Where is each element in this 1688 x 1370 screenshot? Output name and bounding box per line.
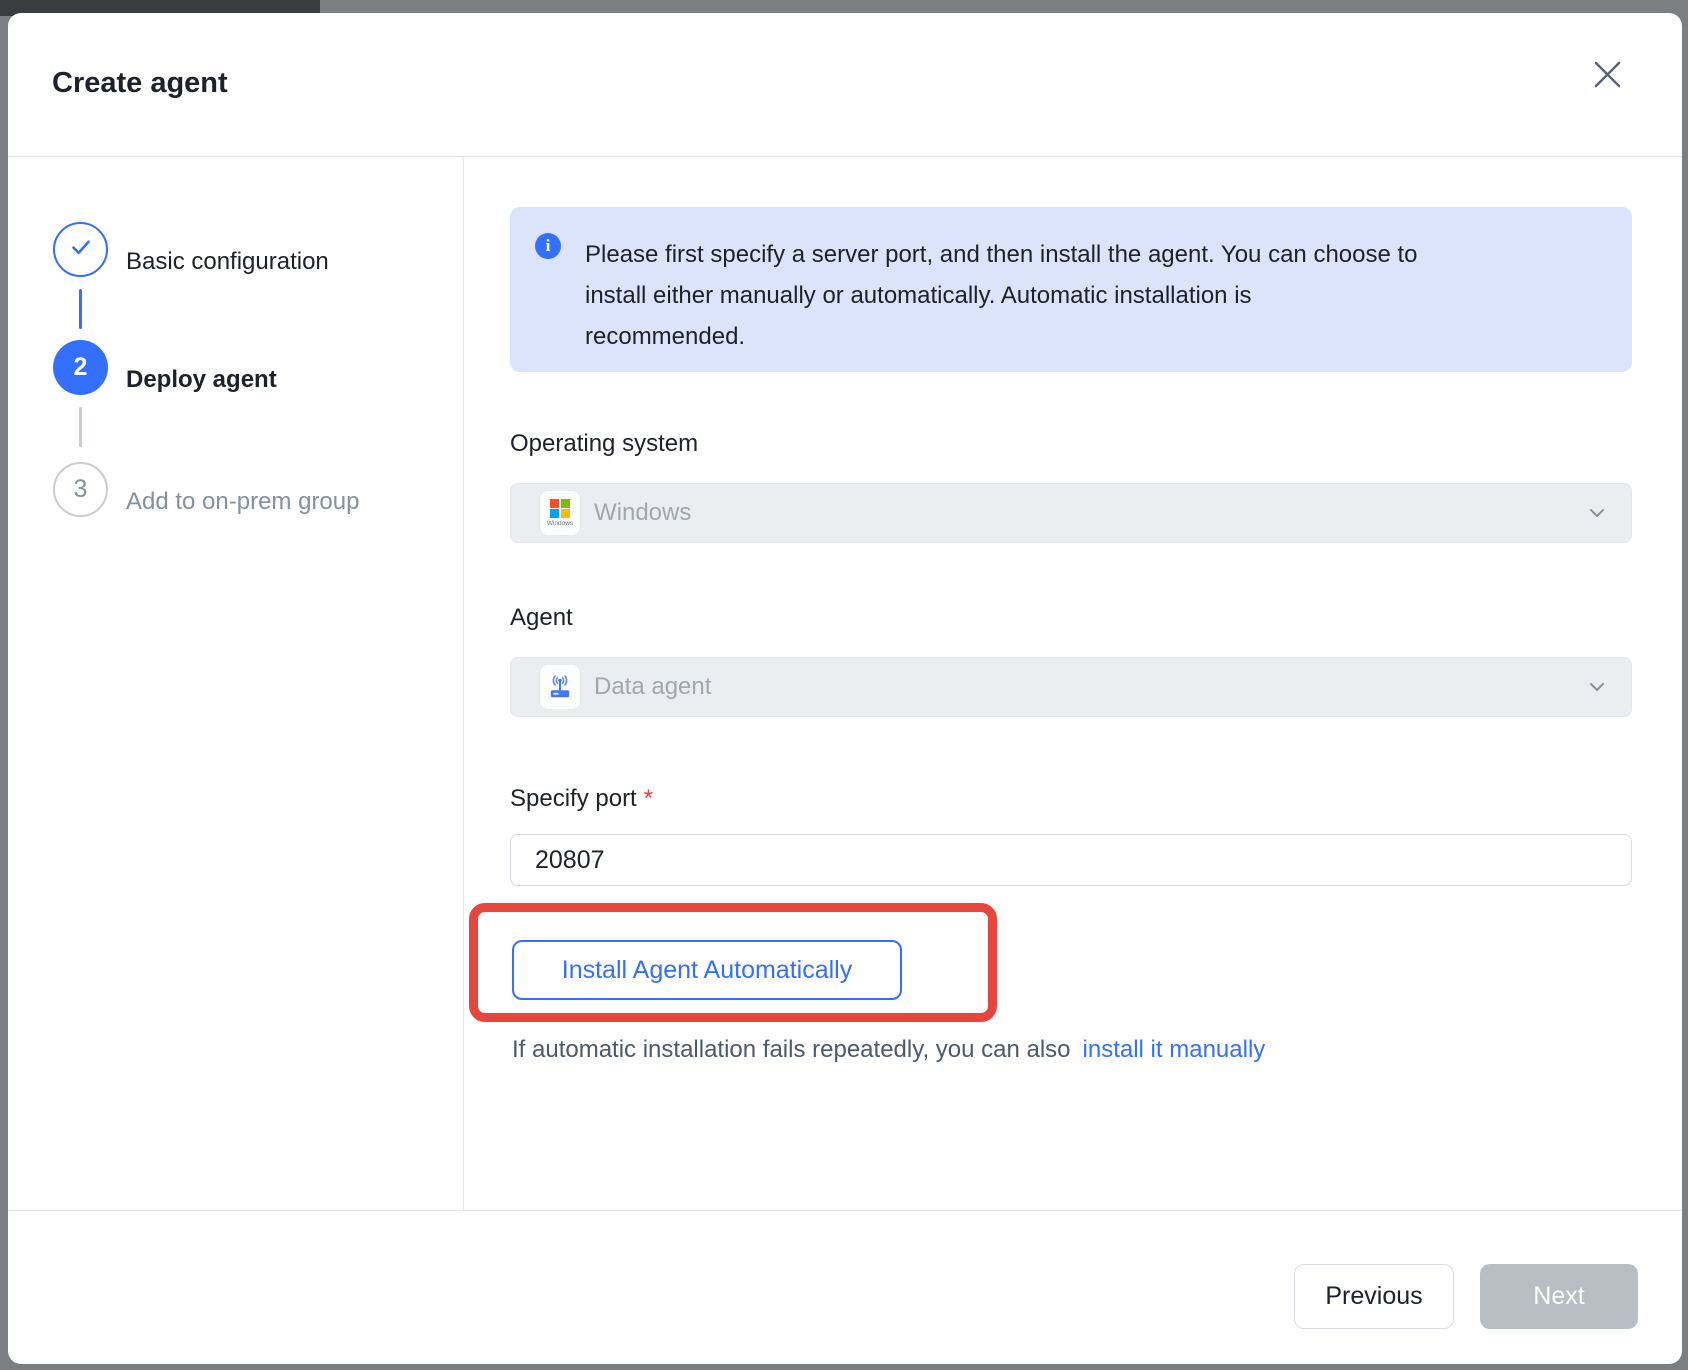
info-icon: i bbox=[535, 233, 561, 259]
agent-field-label: Agent bbox=[510, 603, 573, 633]
chevron-down-icon bbox=[1587, 677, 1607, 697]
create-agent-dialog: Create agent Basic configuration 2 Deplo… bbox=[8, 13, 1682, 1364]
info-banner-text: Please first specify a server port, and … bbox=[585, 234, 1418, 357]
os-field-label: Operating system bbox=[510, 429, 698, 459]
step-1-indicator[interactable] bbox=[53, 222, 108, 277]
close-icon bbox=[1592, 59, 1623, 95]
step-2-number: 2 bbox=[74, 353, 88, 382]
sidebar-divider bbox=[463, 156, 464, 1210]
chevron-down-icon bbox=[1587, 503, 1607, 523]
previous-button[interactable]: Previous bbox=[1294, 1264, 1454, 1329]
info-banner-line: install either manually or automatically… bbox=[585, 275, 1418, 316]
step-3-indicator[interactable]: 3 bbox=[53, 462, 108, 517]
next-button[interactable]: Next bbox=[1480, 1264, 1638, 1329]
port-input[interactable] bbox=[510, 834, 1632, 886]
install-manually-link[interactable]: install it manually bbox=[1083, 1036, 1266, 1063]
windows-logo-icon: Windows bbox=[539, 490, 581, 536]
manual-install-footnote: If automatic installation fails repeated… bbox=[512, 1035, 1265, 1065]
footnote-text: If automatic installation fails repeated… bbox=[512, 1036, 1071, 1063]
info-banner-line: Please first specify a server port, and … bbox=[585, 234, 1418, 275]
step-2-label: Deploy agent bbox=[126, 366, 277, 394]
step-connector-done bbox=[79, 289, 82, 329]
os-select[interactable]: Windows Windows bbox=[510, 483, 1632, 543]
check-icon bbox=[67, 233, 95, 266]
data-agent-icon bbox=[539, 664, 581, 710]
install-agent-automatically-button[interactable]: Install Agent Automatically bbox=[512, 940, 902, 1000]
close-button[interactable] bbox=[1587, 57, 1627, 97]
dialog-title: Create agent bbox=[52, 65, 228, 101]
agent-select-value: Data agent bbox=[594, 673, 1587, 701]
port-field-label: Specify port* bbox=[510, 784, 653, 814]
step-3-number: 3 bbox=[74, 475, 88, 504]
step-connector-pending bbox=[79, 407, 82, 447]
info-banner-line: recommended. bbox=[585, 316, 1418, 357]
os-select-value: Windows bbox=[594, 499, 1587, 527]
header-divider bbox=[8, 156, 1682, 157]
footer-divider bbox=[8, 1210, 1682, 1211]
step-1-label: Basic configuration bbox=[126, 248, 329, 276]
step-2-indicator[interactable]: 2 bbox=[53, 340, 108, 395]
agent-select[interactable]: Data agent bbox=[510, 657, 1632, 717]
step-3-label: Add to on-prem group bbox=[126, 488, 359, 516]
required-asterisk: * bbox=[644, 785, 653, 812]
